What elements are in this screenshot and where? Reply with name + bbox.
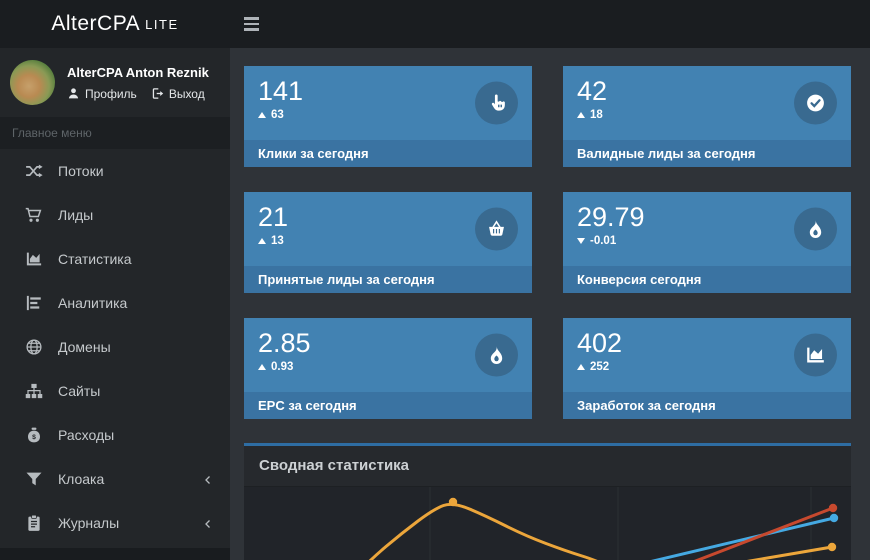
stat-card-clicks: 141 63 Клики за сегодня [244,66,532,167]
sidebar: AlterCPA LITE AlterCPA Anton Reznik Проф… [0,0,230,560]
stat-delta-value: 63 [271,109,284,121]
trend-caret-icon [577,364,585,370]
stat-card-conversion: 29.79 -0.01 Конверсия сегодня [563,192,851,293]
stat-delta-value: 18 [590,109,603,121]
area-chart-icon [794,334,837,377]
stat-label: Валидные лиды за сегодня [563,140,851,167]
stat-label: Конверсия сегодня [563,266,851,293]
sign-out-icon [151,87,164,100]
hand-pointer-icon [475,82,518,125]
stat-card-epc: 2.85 0.93 EPC за сегодня [244,318,532,419]
sitemap-icon [24,381,44,401]
sidebar-item-domains[interactable]: Домены [0,325,230,369]
summary-chart [244,487,851,560]
profile-label: Профиль [85,87,137,101]
bar-chart-icon [24,293,44,313]
profile-link[interactable]: Профиль [67,87,137,101]
menu-toggle-icon[interactable] [244,11,270,37]
sidebar-item-label: Домены [58,339,111,355]
trend-caret-icon [577,238,585,244]
logout-label: Выход [169,87,205,101]
sidebar-menu: Потоки Лиды Статистика Аналитика Домены … [0,149,230,545]
sidebar-item-statistics[interactable]: Статистика [0,237,230,281]
summary-stats-panel: Сводная статистика [244,443,851,560]
user-name: AlterCPA Anton Reznik [67,65,209,80]
brand-suffix: LITE [145,17,178,32]
brand-name: AlterCPA [51,12,140,36]
cart-icon [24,205,44,225]
sidebar-item-leads[interactable]: Лиды [0,193,230,237]
sidebar-item-label: Статистика [58,251,132,267]
area-chart-icon [24,249,44,269]
stat-delta-value: 13 [271,235,284,247]
line-chart [244,487,851,560]
logout-link[interactable]: Выход [151,87,205,101]
money-bag-icon: $ [24,425,44,445]
sidebar-item-label: Лиды [58,207,93,223]
trend-caret-icon [577,112,585,118]
sidebar-footer [0,548,230,560]
app-logo[interactable]: AlterCPA LITE [0,0,230,48]
check-circle-icon [794,82,837,125]
sidebar-item-cloaking[interactable]: Клоака [0,457,230,501]
shopping-basket-icon [475,208,518,251]
globe-icon [24,337,44,357]
main-content: 141 63 Клики за сегодня 42 18 Валидные л… [230,48,870,560]
stat-label: Клики за сегодня [244,140,532,167]
sidebar-item-label: Журналы [58,515,119,531]
stat-cards: 141 63 Клики за сегодня 42 18 Валидные л… [244,66,851,419]
sidebar-item-analytics[interactable]: Аналитика [0,281,230,325]
svg-text:$: $ [32,434,36,441]
filter-icon [24,469,44,489]
stat-card-accepted-leads: 21 13 Принятые лиды за сегодня [244,192,532,293]
top-navbar [230,0,870,48]
stat-card-earnings: 402 252 Заработок за сегодня [563,318,851,419]
sidebar-item-logs[interactable]: Журналы [0,501,230,545]
sidebar-item-label: Расходы [58,427,114,443]
stat-card-valid-leads: 42 18 Валидные лиды за сегодня [563,66,851,167]
sidebar-item-label: Аналитика [58,295,127,311]
sidebar-item-sites[interactable]: Сайты [0,369,230,413]
person-icon [67,87,80,100]
sidebar-item-label: Клоака [58,471,104,487]
trend-caret-icon [258,364,266,370]
user-panel: AlterCPA Anton Reznik Профиль Выход [0,48,230,117]
chevron-left-icon [202,517,214,529]
trend-caret-icon [258,238,266,244]
clipboard-icon [24,513,44,533]
flame-icon [794,208,837,251]
sidebar-section-header: Главное меню [0,117,230,149]
trend-caret-icon [258,112,266,118]
flame-icon [475,334,518,377]
sidebar-item-label: Сайты [58,383,100,399]
sidebar-item-flows[interactable]: Потоки [0,149,230,193]
stat-delta-value: -0.01 [590,235,616,247]
stat-label: Принятые лиды за сегодня [244,266,532,293]
panel-title: Сводная статистика [259,457,409,474]
stat-delta-value: 252 [590,361,609,373]
chevron-left-icon [202,473,214,485]
stat-label: Заработок за сегодня [563,392,851,419]
avatar [10,60,55,105]
stat-delta-value: 0.93 [271,361,293,373]
sidebar-item-expenses[interactable]: $ Расходы [0,413,230,457]
stat-label: EPC за сегодня [244,392,532,419]
sidebar-item-label: Потоки [58,163,104,179]
shuffle-icon [24,161,44,181]
